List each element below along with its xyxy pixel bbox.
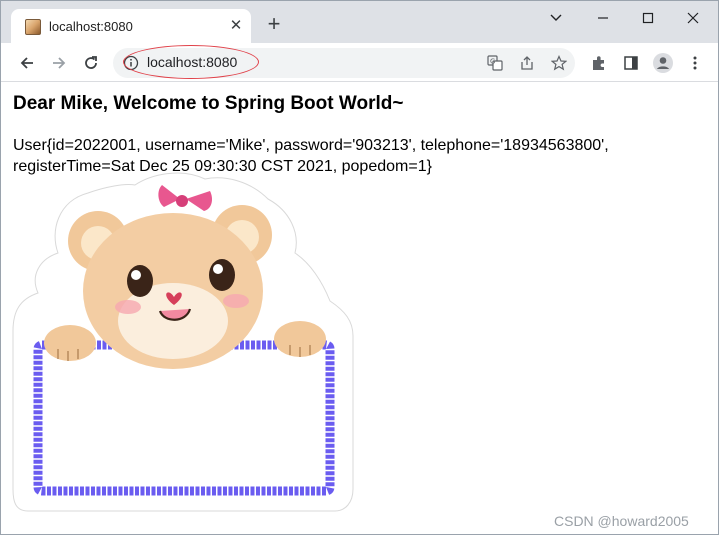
csdn-watermark: CSDN @howard2005 (554, 513, 689, 529)
tab-title: localhost:8080 (49, 19, 133, 34)
puzzle-icon (593, 56, 604, 70)
side-panel-icon (624, 56, 638, 70)
profile-button[interactable] (651, 51, 675, 75)
svg-text:G: G (490, 58, 495, 66)
toolbar: localhost:8080 G (1, 43, 718, 82)
minimize-icon (598, 17, 608, 19)
extensions-button[interactable] (587, 51, 611, 75)
window-close-button[interactable] (673, 5, 713, 31)
kebab-menu-icon (693, 56, 697, 70)
chevron-down-icon (550, 14, 562, 21)
bookmark-button[interactable] (547, 51, 571, 75)
side-panel-button[interactable] (619, 51, 643, 75)
reload-icon (85, 56, 97, 69)
back-arrow-icon (20, 57, 33, 69)
reload-button[interactable] (79, 51, 103, 75)
profile-icon (653, 53, 673, 73)
active-tab[interactable]: localhost:8080 ✕ (11, 9, 251, 43)
bear-holding-board-image (12, 172, 354, 512)
star-icon (551, 55, 567, 71)
welcome-heading: Dear Mike, Welcome to Spring Boot World~ (13, 93, 404, 114)
translate-icon: G (487, 55, 503, 71)
maximize-button[interactable] (628, 5, 668, 31)
forward-button[interactable] (47, 51, 71, 75)
menu-button[interactable] (683, 51, 707, 75)
minimize-button[interactable] (583, 5, 623, 31)
browser-window: localhost:8080 ✕ + localhost:8080 G Dear… (0, 0, 719, 535)
forward-arrow-icon (53, 57, 66, 69)
translate-button[interactable]: G (483, 51, 507, 75)
page-content: Dear Mike, Welcome to Spring Boot World~… (1, 83, 718, 534)
info-icon[interactable] (123, 55, 139, 71)
tab-close-button[interactable]: ✕ (227, 17, 245, 35)
close-icon (687, 12, 699, 24)
back-button[interactable] (15, 51, 39, 75)
share-button[interactable] (515, 51, 539, 75)
tab-search-button[interactable] (536, 5, 576, 31)
url-text[interactable]: localhost:8080 (147, 54, 237, 70)
bear-favicon-icon (25, 19, 41, 35)
tab-strip: localhost:8080 ✕ + (1, 1, 718, 43)
maximize-icon (642, 12, 654, 24)
new-tab-button[interactable]: + (263, 13, 285, 36)
share-icon (521, 56, 533, 70)
